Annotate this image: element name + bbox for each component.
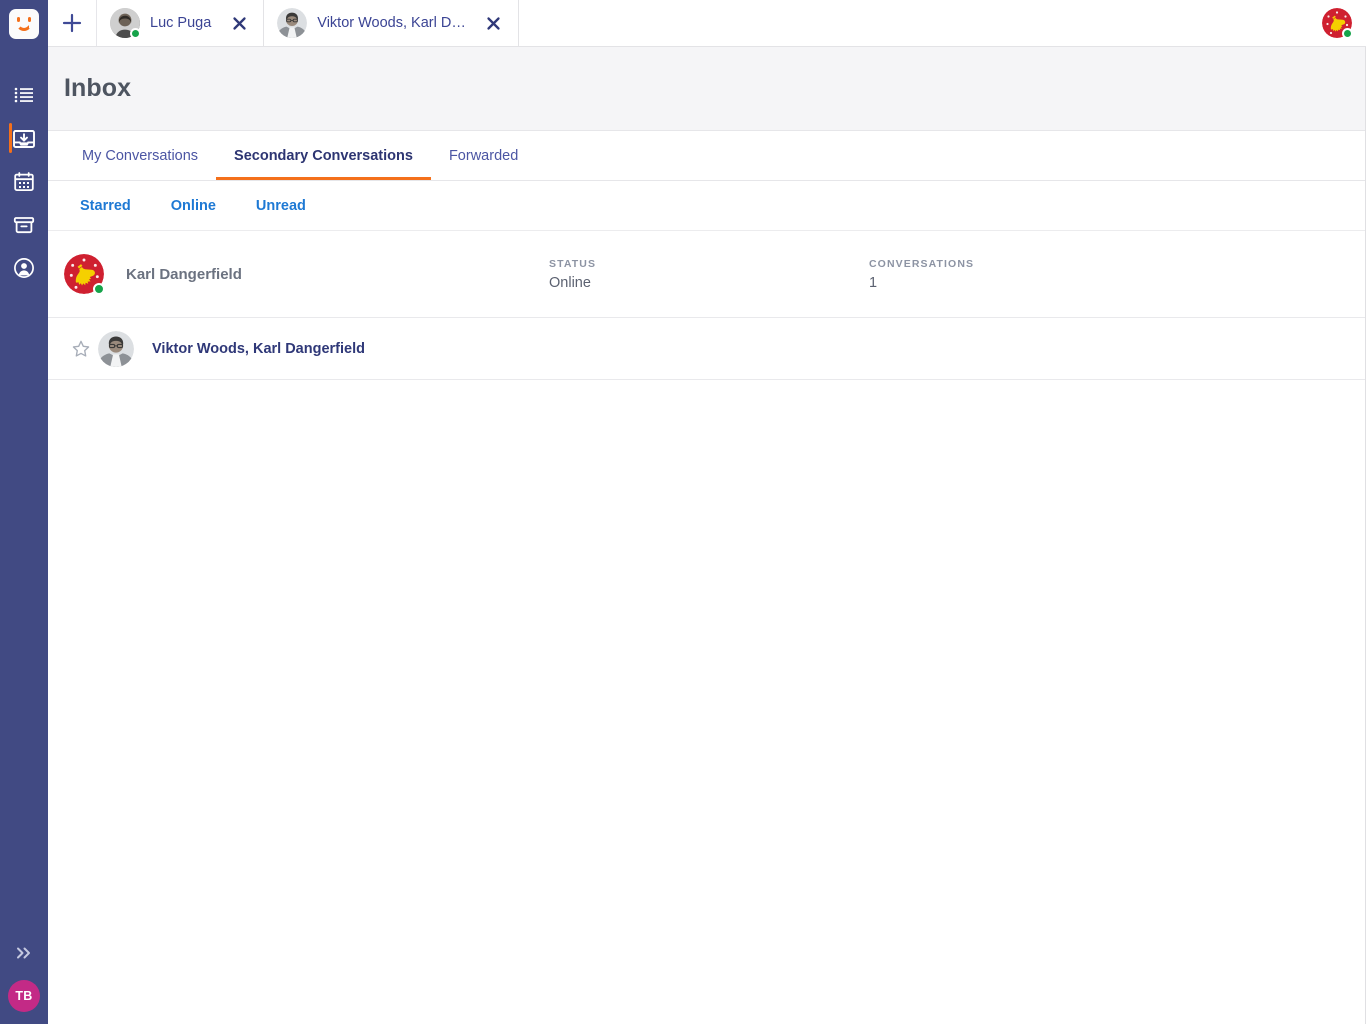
conversation-title: Viktor Woods, Karl Dangerfield [152,341,365,357]
tab-viktor-woods-karl-dangerfield[interactable]: Viktor Woods, Karl D… [264,0,519,46]
sidebar-item-list[interactable] [0,74,48,117]
sidebar-item-archive[interactable] [0,203,48,246]
left-sidebar: TB [0,0,48,1024]
main-content: Inbox My Conversations Secondary Convers… [48,47,1366,1024]
inbox-nav-tabs: My Conversations Secondary Conversations… [48,131,1365,181]
conversations-value: 1 [869,275,1189,291]
close-icon[interactable] [484,13,504,33]
star-outline-icon[interactable] [64,339,98,359]
close-icon[interactable] [229,13,249,33]
app-logo[interactable] [0,0,48,48]
conversation-list-empty-area [48,380,1365,980]
sidebar-item-calendar[interactable] [0,160,48,203]
double-chevron-right-icon[interactable] [7,936,41,970]
active-indicator [9,123,12,153]
tab-my-conversations[interactable]: My Conversations [64,131,216,180]
contact-avatar [64,254,104,294]
tab-bar: Luc Puga Viktor Woods, [48,0,1366,47]
tab-avatar [277,8,307,38]
tab-label: Forwarded [449,148,518,164]
sidebar-item-broadcast[interactable] [0,246,48,289]
tab-forwarded[interactable]: Forwarded [431,131,536,180]
filter-unread[interactable]: Unread [256,198,306,214]
user-avatar[interactable]: TB [8,980,40,1012]
online-status-dot [93,283,105,295]
sidebar-nav [0,74,48,289]
contact-name: Karl Dangerfield [126,266,242,283]
status-value: Online [549,275,869,291]
tab-secondary-conversations[interactable]: Secondary Conversations [216,131,431,180]
archive-icon [13,215,35,235]
tab-label: My Conversations [82,148,198,164]
userlike-smiley-logo-icon [9,9,39,39]
inbox-icon [12,128,36,150]
tab-label: Luc Puga [150,15,211,31]
status-column: STATUS Online [549,258,869,291]
account-avatar[interactable] [1322,8,1352,38]
sidebar-item-inbox[interactable] [0,117,48,160]
plus-icon [61,12,83,34]
tab-avatar [110,8,140,38]
user-initials: TB [15,989,32,1003]
broadcast-icon [13,257,35,279]
conversations-column: CONVERSATIONS 1 [869,258,1189,291]
status-label: STATUS [549,258,869,270]
page-title: Inbox [64,74,131,103]
new-tab-button[interactable] [48,0,97,46]
filter-starred[interactable]: Starred [80,198,131,214]
conversations-label: CONVERSATIONS [869,258,1189,270]
contact-row[interactable]: Karl Dangerfield STATUS Online CONVERSAT… [48,231,1365,318]
tab-label: Viktor Woods, Karl D… [317,15,466,31]
list-icon [14,85,35,106]
filter-row: Starred Online Unread [48,181,1365,231]
tab-luc-puga[interactable]: Luc Puga [97,0,264,46]
page-header: Inbox [48,47,1365,131]
conversation-row[interactable]: Viktor Woods, Karl Dangerfield [48,318,1365,380]
filter-online[interactable]: Online [171,198,216,214]
conversation-avatar [98,331,134,367]
tab-label: Secondary Conversations [234,148,413,164]
calendar-icon [13,171,35,193]
